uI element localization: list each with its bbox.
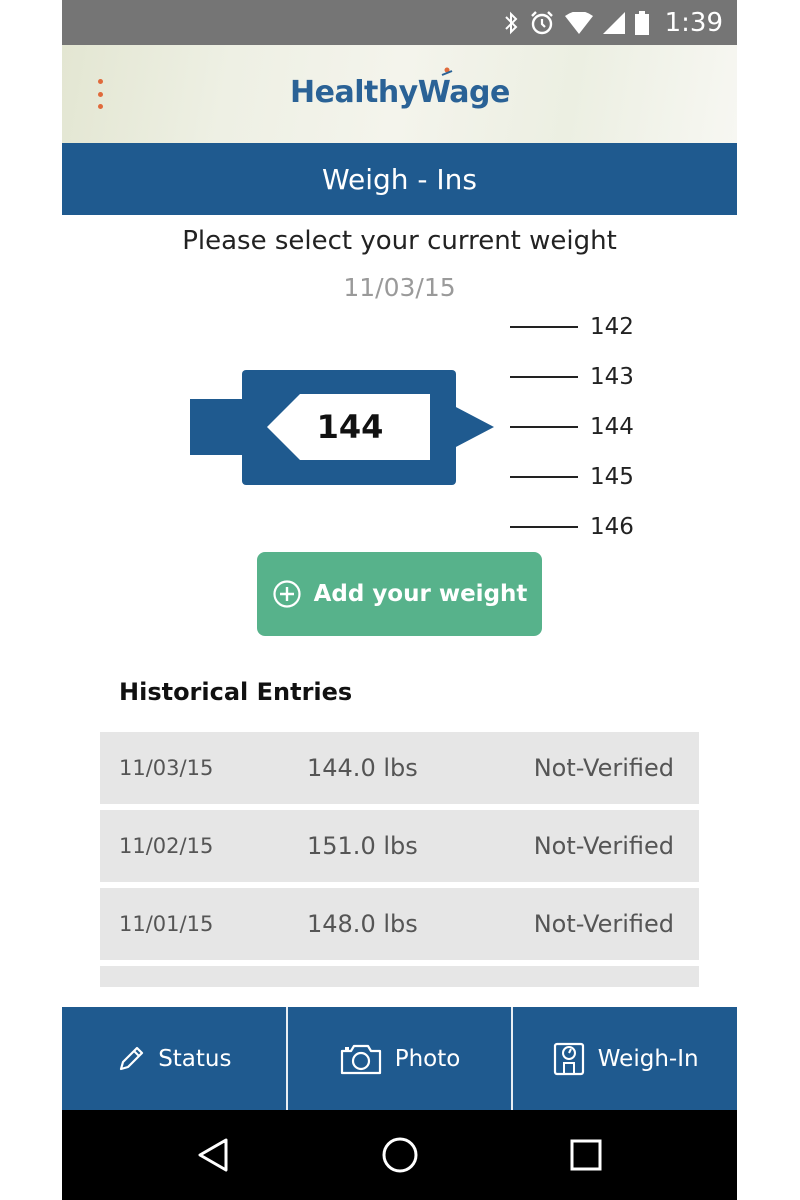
back-icon[interactable] [190, 1132, 236, 1178]
weigh-in-date: 11/03/15 [343, 273, 456, 302]
scale-label: 143 [590, 364, 634, 390]
entry-weight: 148.0 lbs [307, 910, 418, 938]
history-title: Historical Entries [119, 678, 353, 706]
app-header: HealthyWage [62, 45, 737, 143]
entry-weight: 151.0 lbs [307, 832, 418, 860]
scale-label: 144 [590, 414, 634, 440]
healthywage-logo: HealthyWage [290, 75, 510, 110]
battery-icon [634, 10, 649, 35]
scale-tick[interactable]: 145 [510, 460, 670, 494]
nav-photo-label: Photo [394, 1045, 461, 1072]
entry-status: Not-Verified [533, 832, 674, 860]
scale-label: 146 [590, 514, 634, 540]
scale-tick[interactable]: 142 [510, 310, 670, 344]
nav-photo[interactable]: Photo [288, 1007, 514, 1110]
status-icons: 1:39 [503, 0, 723, 45]
status-bar: 1:39 [62, 0, 737, 45]
history-row[interactable]: 11/03/15 144.0 lbs Not-Verified [100, 732, 699, 804]
nav-weigh-in[interactable]: Weigh-In [513, 1007, 737, 1110]
add-weight-label: Add your weight [313, 581, 528, 607]
scale-label: 142 [590, 314, 634, 340]
history-row-partial[interactable] [100, 966, 699, 987]
page-title: Weigh - Ins [321, 162, 478, 196]
scale-label: 145 [590, 464, 634, 490]
title-bar: Weigh - Ins [62, 143, 737, 215]
alarm-icon [530, 10, 553, 34]
entry-date: 11/02/15 [119, 834, 214, 858]
signal-icon [602, 11, 625, 34]
entry-date: 11/03/15 [119, 756, 214, 780]
more-vert-icon[interactable] [90, 79, 110, 109]
bottom-nav: Status Photo Weigh-In [62, 1007, 737, 1110]
logo-figure-icon [441, 67, 453, 76]
weight-prompt: Please select your current weight [182, 226, 617, 256]
nav-status-label: Status [158, 1045, 232, 1072]
entry-status: Not-Verified [533, 910, 674, 938]
nav-weigh-in-label: Weigh-In [597, 1045, 699, 1072]
scale-tick[interactable]: 144 [510, 410, 670, 444]
plus-circle-icon [272, 580, 301, 608]
scale-icon [553, 1042, 584, 1075]
entry-date: 11/01/15 [119, 912, 214, 936]
weight-scale[interactable]: 142 143 144 145 146 [510, 310, 670, 550]
entry-status: Not-Verified [533, 754, 674, 782]
pencil-icon [120, 1046, 144, 1070]
entry-weight: 144.0 lbs [307, 754, 418, 782]
system-nav-bar [62, 1110, 737, 1200]
recents-icon[interactable] [563, 1132, 609, 1178]
nav-status[interactable]: Status [62, 1007, 288, 1110]
bluetooth-icon [504, 11, 518, 34]
status-time: 1:39 [664, 7, 723, 38]
history-list[interactable]: 11/03/15 144.0 lbs Not-Verified 11/02/15… [100, 732, 699, 987]
scale-tick[interactable]: 146 [510, 510, 670, 544]
wifi-icon [564, 11, 593, 34]
home-icon[interactable] [377, 1132, 423, 1178]
selected-weight: 144 [316, 408, 384, 446]
add-weight-button[interactable]: Add your weight [257, 552, 542, 636]
history-row[interactable]: 11/01/15 148.0 lbs Not-Verified [100, 888, 699, 960]
scale-tick[interactable]: 143 [510, 360, 670, 394]
app-screen: 1:39 HealthyWage Weigh - Ins Please sele… [62, 0, 737, 1200]
camera-icon [340, 1044, 381, 1074]
history-row[interactable]: 11/02/15 151.0 lbs Not-Verified [100, 810, 699, 882]
